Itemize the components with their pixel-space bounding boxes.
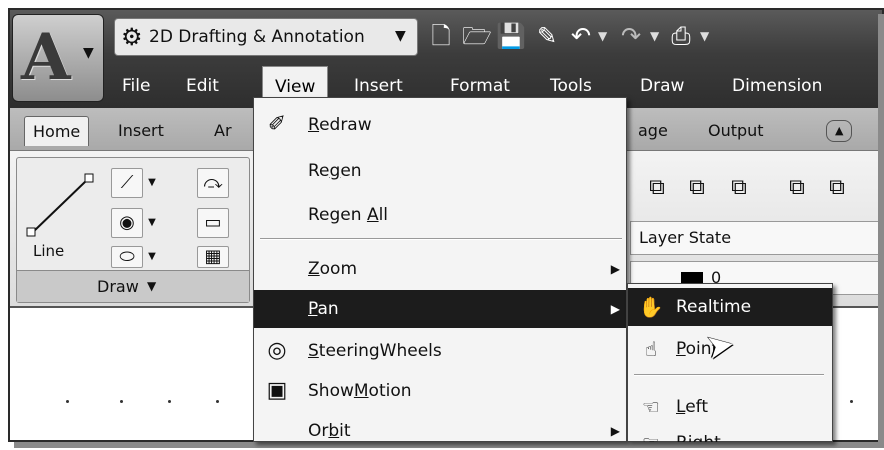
grid-dot: [120, 400, 123, 403]
layer-off-icon[interactable]: ⧉: [820, 171, 854, 205]
draw-panel-footer[interactable]: Draw ▼: [17, 270, 249, 302]
workspace-switcher[interactable]: ⚙ 2D Drafting & Annotation ▼: [114, 18, 418, 56]
redraw-icon: ✐: [267, 112, 287, 137]
menu-item-showmotion[interactable]: ▣ ShowMotion: [254, 372, 626, 410]
application-menu-button[interactable]: A ▼: [12, 14, 104, 102]
menu-separator: [634, 374, 824, 376]
view-menu-dropdown: ✐ Redraw Regen Regen All Zoom ▶ Pan ▶ ◎ …: [253, 97, 627, 442]
app-logo-icon: A: [21, 20, 71, 95]
tab-output[interactable]: Output: [700, 116, 772, 146]
layer-previous-icon[interactable]: ⧉: [680, 171, 714, 205]
hand-point-icon: ☝: [644, 337, 658, 361]
submenu-item-left[interactable]: ☜ Left: [628, 388, 832, 426]
title-bar: A ▼ ⚙ 2D Drafting & Annotation ▼ 🗋 🗁 💾 ✎…: [10, 10, 882, 108]
menu-item-regen-all[interactable]: Regen All: [254, 196, 626, 234]
menu-item-pan[interactable]: Pan ▶: [254, 290, 626, 328]
draw-panel-title: Draw: [97, 277, 139, 296]
circle-icon[interactable]: ◉: [111, 208, 143, 238]
mouse-pointer-icon: ➤: [702, 323, 738, 369]
grid-dot: [216, 400, 219, 403]
save-as-icon[interactable]: ✎: [532, 20, 562, 52]
menu-item-steeringwheels[interactable]: ◎ SteeringWheels: [254, 332, 626, 370]
menu-draw[interactable]: Draw: [628, 66, 696, 106]
hand-left-icon: ☜: [642, 395, 660, 419]
undo-icon[interactable]: ↶: [566, 20, 596, 52]
submenu-arrow-icon: ▶: [610, 262, 620, 276]
polyline-icon[interactable]: ⟋: [111, 168, 143, 198]
tab-manage[interactable]: age: [630, 116, 676, 146]
rectangle-icon[interactable]: ▭: [197, 208, 229, 238]
menu-dimension[interactable]: Dimension: [720, 66, 834, 106]
chevron-down-icon: ▼: [395, 28, 406, 44]
menu-item-redraw[interactable]: ✐ Redraw: [254, 106, 626, 144]
redo-icon[interactable]: ↷: [616, 20, 646, 52]
submenu-arrow-icon: ▶: [610, 302, 620, 316]
chevron-down-icon[interactable]: ▼: [145, 168, 159, 198]
chevron-down-icon: ▼: [83, 45, 94, 61]
tab-annotate[interactable]: Ar: [206, 116, 240, 146]
line-tool-button[interactable]: Line: [23, 166, 99, 266]
workspace-label: 2D Drafting & Annotation: [149, 27, 365, 47]
menu-item-orbit[interactable]: Orbit ▶: [254, 412, 626, 450]
menu-item-regen[interactable]: Regen: [254, 152, 626, 190]
steering-wheel-icon: ◎: [267, 338, 287, 363]
layer-isolate-icon[interactable]: ⧉: [722, 171, 756, 205]
layer-freeze-icon[interactable]: ⧉: [780, 171, 814, 205]
menu-edit[interactable]: Edit: [174, 66, 231, 106]
hand-icon: ✋: [638, 295, 664, 319]
polyline-arc-icon[interactable]: ⤼: [197, 168, 229, 198]
submenu-item-realtime[interactable]: ✋ Realtime: [628, 288, 832, 326]
menu-separator: [260, 238, 622, 240]
grid-dot: [850, 400, 853, 403]
hand-right-icon: ☞: [636, 424, 666, 442]
plot-icon[interactable]: ⎙: [666, 20, 696, 52]
line-label: Line: [33, 242, 65, 260]
showmotion-icon: ▣: [266, 378, 288, 403]
menu-file[interactable]: File: [110, 66, 162, 106]
chevron-down-icon: ▼: [147, 279, 157, 293]
grid-dot: [168, 400, 171, 403]
grid-dot: [66, 400, 69, 403]
tab-insert[interactable]: Insert: [110, 116, 172, 146]
redo-dropdown-icon[interactable]: ▼: [650, 22, 659, 50]
save-icon[interactable]: 💾: [496, 20, 526, 52]
chevron-down-icon[interactable]: ▼: [145, 208, 159, 238]
ellipse-icon[interactable]: ⬭: [111, 246, 143, 268]
qat-customize-icon[interactable]: ▼: [700, 22, 709, 50]
draw-panel: Line ⟋ ▼ ⤼ ◉ ▼ ▭ ⬭ ▼ ▦ Draw ▼: [16, 157, 250, 303]
layer-state-dropdown[interactable]: Layer State: [630, 221, 882, 255]
window-shadow: [878, 14, 884, 448]
gear-icon: ⚙: [121, 23, 143, 51]
undo-dropdown-icon[interactable]: ▼: [598, 22, 607, 50]
new-file-icon[interactable]: 🗋: [426, 20, 456, 52]
line-icon: [26, 173, 94, 237]
submenu-item-right[interactable]: ☞ Right: [628, 424, 832, 442]
menu-item-zoom[interactable]: Zoom ▶: [254, 250, 626, 288]
layer-icon[interactable]: ⧉: [640, 171, 674, 205]
chevron-down-icon[interactable]: ▼: [145, 246, 159, 268]
ribbon-minimize-icon[interactable]: ▲: [826, 120, 853, 142]
layer-state-label: Layer State: [639, 228, 732, 247]
open-file-icon[interactable]: 🗁: [462, 20, 492, 52]
tab-home[interactable]: Home: [24, 116, 90, 146]
submenu-arrow-icon: ▶: [610, 424, 620, 438]
hatch-icon[interactable]: ▦: [197, 246, 229, 268]
